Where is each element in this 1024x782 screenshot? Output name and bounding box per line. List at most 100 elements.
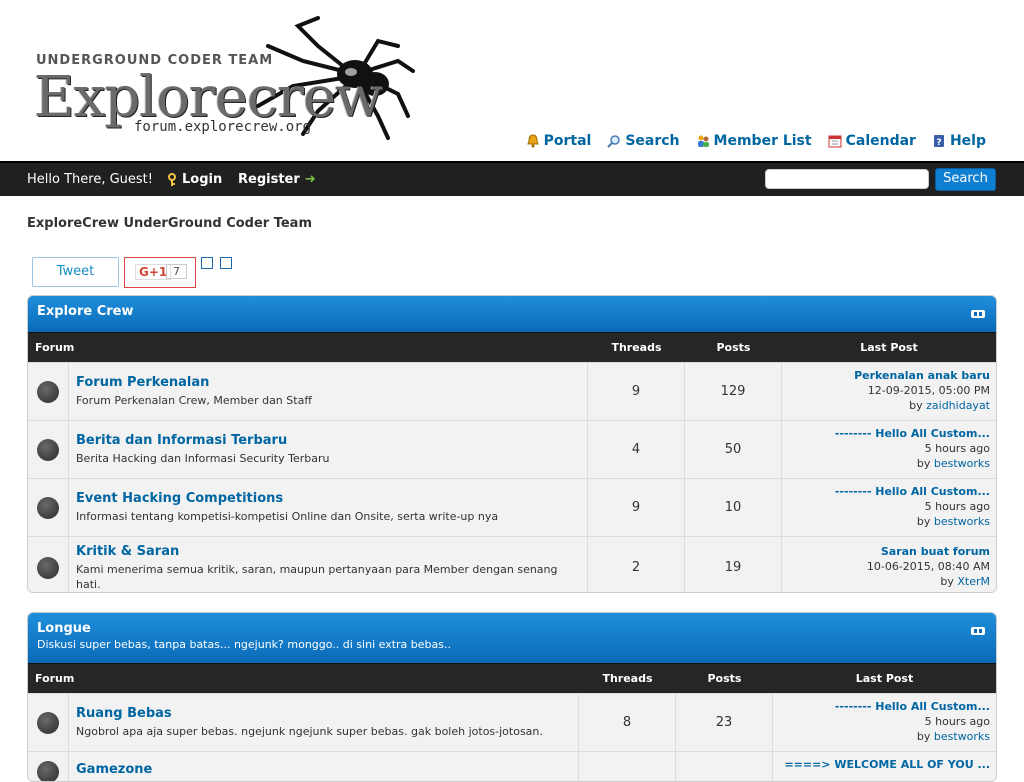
last-post-subject[interactable]: ====> WELCOME ALL OF YOU ... [779,757,990,772]
post-count [676,752,773,781]
column-header-row: Forum Threads Posts Last Post [28,332,996,362]
top-menu: Portal Search Member List Calendar ? Hel… [526,133,986,149]
menu-search-label: Search [625,133,680,149]
forum-row: Berita dan Informasi Terbaru Berita Hack… [28,420,996,478]
category-explore-crew: Explore Crew Forum Threads Posts Last Po… [27,295,997,593]
last-post-user[interactable]: bestworks [934,457,990,470]
last-post-user[interactable]: zaidhidayat [926,399,990,412]
thread-count: 9 [588,479,685,536]
forum-description: Kami menerima semua kritik, saran, maupu… [76,563,558,591]
menu-calendar-label: Calendar [845,133,916,149]
last-post-by: by [916,457,931,470]
last-post-subject[interactable]: Saran buat forum [788,544,990,559]
column-header-row: Forum Threads Posts Last Post [28,663,996,693]
forum-info: Berita dan Informasi Terbaru Berita Hack… [69,421,588,478]
forum-description: Berita Hacking dan Informasi Security Te… [76,452,330,465]
forum-row: Event Hacking Competitions Informasi ten… [28,478,996,536]
forum-status-icon [37,438,59,461]
last-post-subject[interactable]: -------- Hello All Custom... [779,699,990,714]
magnifier-icon [607,135,621,148]
col-posts: Posts [716,341,751,354]
login-link[interactable]: Login [167,172,222,187]
post-count: 19 [685,537,782,592]
forum-link[interactable]: Forum Perkenalan [76,375,580,390]
forum-status [28,363,69,420]
last-post-subject[interactable]: -------- Hello All Custom... [788,484,990,499]
last-post-subject[interactable]: Perkenalan anak baru [788,368,990,383]
forum-row: Ruang Bebas Ngobrol apa aja super bebas.… [28,693,996,751]
thread-count: 8 [579,694,676,751]
last-post-user[interactable]: bestworks [934,730,990,743]
thread-count: 2 [588,537,685,592]
forum-status [28,421,69,478]
post-count: 50 [685,421,782,478]
members-icon [697,135,709,147]
last-post-user[interactable]: XterM [957,575,990,588]
menu-member-list-label: Member List [713,133,812,149]
forum-description: Ngobrol apa aja super bebas. ngejunk nge… [76,725,543,738]
post-count: 10 [685,479,782,536]
forum-status [28,537,69,592]
user-panel: Hello There, Guest! Login Register ➜ Sea… [0,161,1024,196]
tweet-button[interactable]: Tweet [32,257,119,287]
forum-link[interactable]: Ruang Bebas [76,706,571,721]
last-post-by: by [916,515,931,528]
last-post-time: 5 hours ago [924,500,990,513]
calendar-icon [828,135,842,148]
search-input[interactable] [765,169,929,189]
forum-link[interactable]: Berita dan Informasi Terbaru [76,433,580,448]
forum-info: Gamezone [69,752,579,781]
header: UNDERGROUND CODER TEAM Explorecrew forum… [0,0,1024,161]
register-link[interactable]: Register ➜ [238,172,316,187]
post-count: 23 [676,694,773,751]
col-threads: Threads [602,672,653,685]
col-last-post: Last Post [855,672,914,685]
menu-calendar[interactable]: Calendar [828,133,916,149]
last-post-time: 12-09-2015, 05:00 PM [867,384,990,397]
forum-status-icon [37,556,59,579]
forum-link[interactable]: Event Hacking Competitions [76,491,580,506]
forum-status [28,752,69,781]
forum-status-icon [37,380,59,403]
gplus-button[interactable]: G+1 7 [124,257,196,288]
forum-info: Forum Perkenalan Forum Perkenalan Crew, … [69,363,588,420]
forum-link[interactable]: Gamezone [76,762,571,777]
last-post-time: 5 hours ago [924,715,990,728]
menu-help[interactable]: ? Help [932,133,986,149]
col-last-post: Last Post [860,341,918,354]
collapse-icon[interactable] [971,310,985,318]
forum-description: Forum Perkenalan Crew, Member dan Staff [76,394,312,407]
share-checkbox-2[interactable] [220,257,232,269]
share-checkbox-1[interactable] [201,257,213,269]
last-post-by: by [940,575,954,588]
help-icon: ? [933,135,944,148]
menu-search[interactable]: Search [607,133,680,149]
menu-portal-label: Portal [543,133,592,149]
last-post-user[interactable]: bestworks [934,515,990,528]
site-logo[interactable]: UNDERGROUND CODER TEAM Explorecrew forum… [34,16,418,140]
last-post-by: by [909,399,923,412]
last-post-by: by [916,730,931,743]
search-button[interactable]: Search [935,168,996,191]
forum-link[interactable]: Kritik & Saran [76,544,580,559]
category-title[interactable]: Longue [37,621,987,636]
last-post: Perkenalan anak baru 12-09-2015, 05:00 P… [782,363,996,420]
collapse-icon[interactable] [971,627,985,635]
last-post-subject[interactable]: -------- Hello All Custom... [788,426,990,441]
category-header: Longue Diskusi super bebas, tanpa batas.… [28,613,996,663]
forum-status [28,694,69,751]
thread-count: 9 [588,363,685,420]
menu-member-list[interactable]: Member List [696,133,812,149]
forum-info: Ruang Bebas Ngobrol apa aja super bebas.… [69,694,579,751]
menu-portal[interactable]: Portal [526,133,592,149]
category-title[interactable]: Explore Crew [37,304,987,319]
col-posts: Posts [707,672,742,685]
last-post: Saran buat forum 10-06-2015, 08:40 AM by… [782,537,996,592]
guest-greeting: Hello There, Guest! [27,172,153,187]
forum-info: Event Hacking Competitions Informasi ten… [69,479,588,536]
last-post: ====> WELCOME ALL OF YOU ... [773,752,996,781]
forum-row: Forum Perkenalan Forum Perkenalan Crew, … [28,362,996,420]
menu-help-label: Help [949,133,986,149]
portal-bell-icon [526,134,539,148]
col-forum: Forum [35,341,75,354]
